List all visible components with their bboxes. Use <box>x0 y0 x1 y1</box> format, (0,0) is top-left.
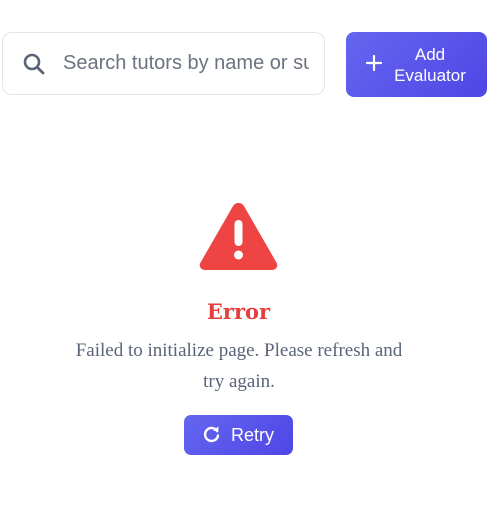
add-evaluator-label: Add Evaluator <box>394 45 466 85</box>
refresh-icon <box>203 426 220 443</box>
search-icon <box>23 53 45 75</box>
retry-label: Retry <box>231 425 275 445</box>
warning-triangle-icon <box>198 200 279 271</box>
add-evaluator-button[interactable]: Add Evaluator <box>346 32 487 97</box>
search-input[interactable] <box>63 33 309 94</box>
error-title: Error <box>206 299 271 324</box>
search-box[interactable] <box>2 32 325 95</box>
plus-icon <box>365 54 383 72</box>
error-message: Failed to initialize page. Please refres… <box>75 340 403 392</box>
retry-button[interactable]: Retry <box>184 415 293 455</box>
